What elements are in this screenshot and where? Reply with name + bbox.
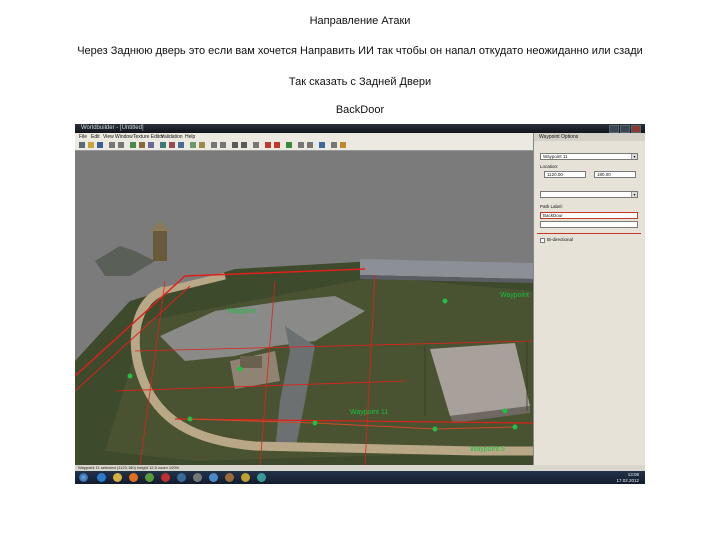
help-icon[interactable] — [340, 142, 346, 148]
waypoint-label: Waypoint 11 — [350, 409, 389, 416]
folder-icon[interactable] — [113, 473, 122, 482]
slide-keyword: BackDoor — [335, 104, 385, 116]
road-tool-icon[interactable] — [169, 142, 175, 148]
bidirectional-checkbox[interactable] — [540, 238, 545, 243]
undo-icon[interactable] — [109, 142, 115, 148]
app-icon[interactable] — [241, 473, 250, 482]
window-title: Worldbuilder - [Untitled] — [81, 125, 144, 131]
opera-icon[interactable] — [161, 473, 170, 482]
menu-edit[interactable]: Edit — [91, 133, 100, 141]
maximize-button[interactable] — [620, 125, 630, 133]
chevron-down-icon[interactable]: ▾ — [631, 192, 637, 197]
taskbar-clock[interactable]: 13:08 17.02.2012 — [616, 472, 639, 483]
team-tool-icon[interactable] — [190, 142, 196, 148]
waypoint-link-icon[interactable] — [286, 142, 292, 148]
media-player-icon[interactable] — [129, 473, 138, 482]
windows-taskbar: 13:08 17.02.2012 — [75, 471, 645, 484]
path-label-caption: Path Label: — [540, 204, 563, 209]
grid-toggle-icon[interactable] — [232, 142, 238, 148]
slide-title: Направление Атаки — [309, 15, 411, 27]
start-button-icon[interactable] — [79, 473, 88, 482]
bidirectional-label: Bi-directional — [547, 237, 574, 242]
menu-file[interactable]: File — [79, 133, 87, 141]
map-viewport[interactable]: Waypoint Waypoint Waypoint 11 Waypoint 5 — [75, 151, 533, 465]
editor-screenshot: Worldbuilder - [Untitled] File Edit View… — [75, 124, 645, 484]
waypoint-options-panel: Waypoint Options Waypoint 11 ▾ Location:… — [533, 133, 645, 465]
sound-tool-icon[interactable] — [331, 142, 337, 148]
waypoint-path-icon[interactable] — [274, 142, 280, 148]
waypoint-name-field[interactable]: Waypoint 11 ▾ — [540, 153, 638, 160]
minimize-button[interactable] — [609, 125, 619, 133]
location-y-field[interactable]: 180.00 — [594, 171, 636, 178]
path-label-field-2[interactable] — [540, 221, 638, 228]
location-y-value: 180.00 — [597, 172, 611, 177]
new-icon[interactable] — [79, 142, 85, 148]
waypoint-type-field[interactable]: ▾ — [540, 191, 638, 198]
water-tool-icon[interactable] — [178, 142, 184, 148]
close-button[interactable] — [631, 125, 641, 133]
waypoint-label: Waypoint — [227, 308, 256, 315]
object-tool-icon[interactable] — [160, 142, 166, 148]
worldbuilder-taskbar-icon[interactable] — [177, 473, 186, 482]
editor-titlebar: Worldbuilder - [Untitled] — [75, 124, 645, 133]
menu-view[interactable]: View — [103, 133, 114, 141]
texture-tool-icon[interactable] — [148, 142, 154, 148]
path-label-field[interactable]: BackDoor — [540, 212, 638, 219]
info-icon[interactable] — [319, 142, 325, 148]
tool-bar — [75, 141, 533, 151]
select-tool-icon[interactable] — [130, 142, 136, 148]
waypoint-label: Waypoint — [500, 292, 529, 299]
menu-texture-editor[interactable]: Texture Editor — [133, 133, 164, 141]
slide-description: Через Заднюю дверь это если вам хочется … — [77, 45, 643, 57]
menu-help[interactable]: Help — [185, 133, 195, 141]
app-icon[interactable] — [209, 473, 218, 482]
location-label: Location: — [540, 164, 559, 169]
waypoint-tool-icon[interactable] — [265, 142, 271, 148]
chevron-down-icon[interactable]: ▾ — [631, 154, 637, 159]
location-x-field[interactable]: 1120.00 — [544, 171, 586, 178]
path-label-value: BackDoor — [543, 213, 563, 218]
zoom-out-icon[interactable] — [220, 142, 226, 148]
save-icon[interactable] — [97, 142, 103, 148]
clock-date: 17.02.2012 — [616, 477, 639, 483]
app-icon[interactable] — [145, 473, 154, 482]
map-render — [75, 151, 533, 465]
waypoint-name-value: Waypoint 11 — [543, 154, 568, 159]
script-tool-icon[interactable] — [307, 142, 313, 148]
menu-validation[interactable]: Validation — [161, 133, 183, 141]
terrain-tool-icon[interactable] — [139, 142, 145, 148]
area-tool-icon[interactable] — [199, 142, 205, 148]
app-icon[interactable] — [257, 473, 266, 482]
panel-title: Waypoint Options — [534, 133, 645, 141]
camera-icon[interactable] — [253, 142, 259, 148]
panel-divider — [537, 233, 641, 234]
ie-icon[interactable] — [97, 473, 106, 482]
menu-window[interactable]: Window — [115, 133, 133, 141]
app-icon[interactable] — [225, 473, 234, 482]
location-x-value: 1120.00 — [547, 172, 563, 177]
brush-icon[interactable] — [241, 142, 247, 148]
redo-icon[interactable] — [118, 142, 124, 148]
slide-subtitle: Так сказать с Задней Двери — [288, 76, 432, 88]
waypoint-label: Waypoint 5 — [470, 446, 505, 453]
zoom-in-icon[interactable] — [211, 142, 217, 148]
app-icon[interactable] — [193, 473, 202, 482]
open-icon[interactable] — [88, 142, 94, 148]
light-tool-icon[interactable] — [298, 142, 304, 148]
